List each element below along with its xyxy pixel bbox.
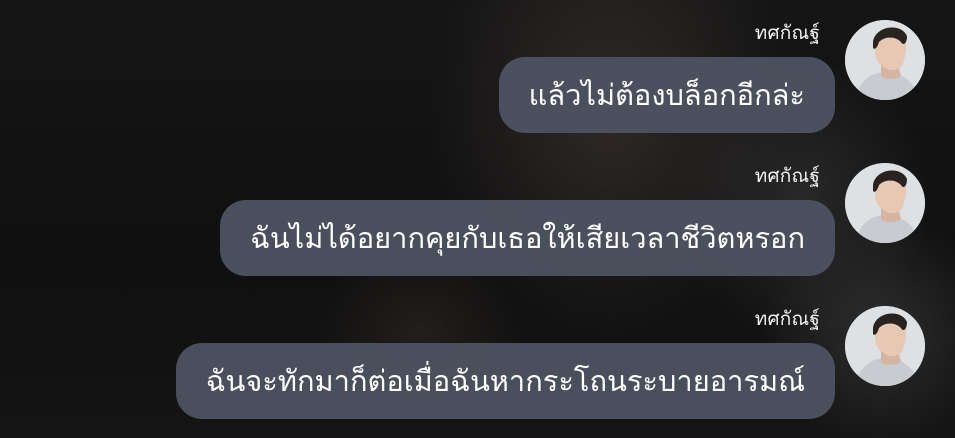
person-icon bbox=[845, 306, 925, 386]
sender-name: ทศกัณฐ์ bbox=[754, 22, 820, 44]
person-icon bbox=[845, 20, 925, 100]
avatar[interactable] bbox=[845, 163, 925, 243]
message-bubble[interactable]: ฉันจะทักมาก็ต่อเมื่อฉันหากระโถนระบายอารม… bbox=[175, 343, 835, 419]
message-group: ทศกัณฐ์ ฉันจะทักมาก็ต่อเมื่อฉันหากระโถนร… bbox=[0, 298, 955, 438]
message-group: ทศกัณฐ์ ฉันไม่ได้อยากคุยกับเธอให้เสียเวล… bbox=[0, 155, 955, 295]
sender-name: ทศกัณฐ์ bbox=[754, 165, 820, 187]
avatar[interactable] bbox=[845, 20, 925, 100]
person-icon bbox=[845, 163, 925, 243]
avatar[interactable] bbox=[845, 306, 925, 386]
message-bubble[interactable]: ฉันไม่ได้อยากคุยกับเธอให้เสียเวลาชีวิตหร… bbox=[220, 200, 835, 276]
message-group: ทศกัณฐ์ แล้วไม่ต้องบล็อกอีกล่ะ bbox=[0, 12, 955, 152]
sender-name: ทศกัณฐ์ bbox=[754, 308, 820, 330]
message-bubble[interactable]: แล้วไม่ต้องบล็อกอีกล่ะ bbox=[498, 57, 835, 133]
